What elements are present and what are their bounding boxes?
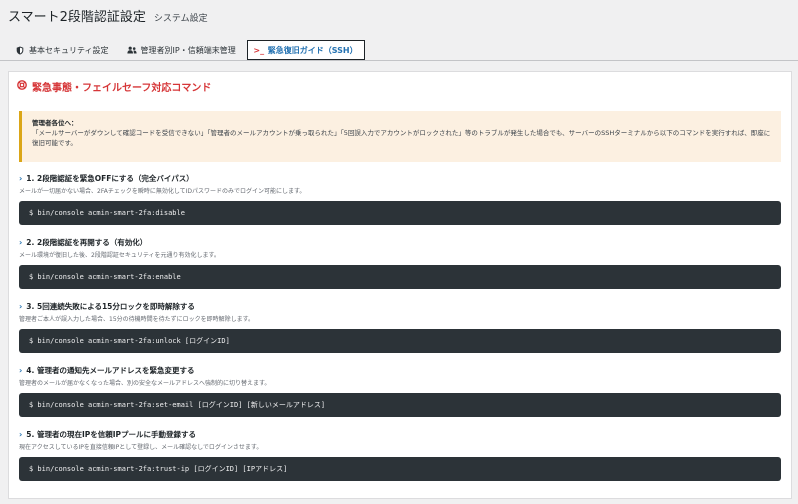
step-enable-2fa: › 2. 2段階認証を再開する（有効化） メール環境が復旧した後、2段階認証セキ… <box>19 236 781 289</box>
page-title: スマート2段階認証設定 <box>8 10 146 25</box>
step-description: 管理者のメールが届かなくなった場合、別の安全なメールアドレスへ強制的に切り替えま… <box>19 380 271 387</box>
panel-heading: 緊急事態・フェイルセーフ対応コマンド <box>17 79 211 94</box>
tab-bar: 基本セキュリティ設定 管理者別IP・信頼端末管理 >_ 緊急復旧ガイド（SSH） <box>8 40 365 60</box>
chevron-right-icon: › <box>19 301 23 311</box>
step-title: 3. 5回連続失敗による15分ロックを即時解除する <box>26 301 195 311</box>
tab-emergency-guide[interactable]: >_ 緊急復旧ガイド（SSH） <box>246 40 365 60</box>
step-disable-2fa: › 1. 2段階認証を緊急OFFにする（完全バイパス） メールが一切届かない場合… <box>19 172 781 225</box>
tab-label: 緊急復旧ガイド（SSH） <box>267 45 358 55</box>
step-description: メールが一切届かない場合、2FAチェックを瞬時に無効化してIDパスワードのみでロ… <box>19 188 306 195</box>
tab-label: 基本セキュリティ設定 <box>29 45 109 55</box>
terminal-icon: >_ <box>253 45 265 55</box>
step-set-email: › 4. 管理者の通知先メールアドレスを緊急変更する 管理者のメールが届かなくな… <box>19 364 781 417</box>
step-title: 5. 管理者の現在IPを信頼IPプールに手動登録する <box>26 429 197 439</box>
step-description: 現在アクセスしているIPを直接信頼IPとして登録し、メール確認なしでログインさせ… <box>19 444 263 451</box>
notice-body: 「メールサーバーがダウンして確認コードを受信できない」「管理者のメールアカウント… <box>32 129 771 147</box>
tabs-divider <box>0 60 798 61</box>
page-header: スマート2段階認証設定 システム設定 <box>8 6 208 25</box>
command-block[interactable]: $ bin/console acmin-smart-2fa:set-email … <box>19 393 781 417</box>
step-title: 4. 管理者の通知先メールアドレスを緊急変更する <box>26 365 195 375</box>
command-block[interactable]: $ bin/console acmin-smart-2fa:disable <box>19 201 781 225</box>
chevron-right-icon: › <box>19 173 23 183</box>
emergency-panel: 緊急事態・フェイルセーフ対応コマンド 管理者各位へ： 「メールサーバーがダウンし… <box>8 71 792 499</box>
notice-title: 管理者各位へ： <box>32 119 78 127</box>
panel-heading-text: 緊急事態・フェイルセーフ対応コマンド <box>32 83 212 94</box>
shield-icon <box>15 46 25 55</box>
admin-notice: 管理者各位へ： 「メールサーバーがダウンして確認コードを受信できない」「管理者の… <box>19 111 781 162</box>
step-description: 管理者ご本人が誤入力した場合、15分の待機時間を待たずにロックを即時解除します。 <box>19 316 255 323</box>
step-title: 2. 2段階認証を再開する（有効化） <box>26 237 148 247</box>
tab-label: 管理者別IP・信頼端末管理 <box>140 45 236 55</box>
step-unlock: › 3. 5回連続失敗による15分ロックを即時解除する 管理者ご本人が誤入力した… <box>19 300 781 353</box>
chevron-right-icon: › <box>19 237 23 247</box>
command-block[interactable]: $ bin/console acmin-smart-2fa:unlock [ログ… <box>19 329 781 353</box>
page-subtitle: システム設定 <box>153 14 208 24</box>
step-title: 1. 2段階認証を緊急OFFにする（完全バイパス） <box>26 173 194 183</box>
users-icon <box>126 46 137 54</box>
step-trust-ip: › 5. 管理者の現在IPを信頼IPプールに手動登録する 現在アクセスしているI… <box>19 428 781 481</box>
sos-icon <box>17 80 27 93</box>
step-description: メール環境が復旧した後、2段階認証セキュリティを元通り有効化します。 <box>19 252 220 259</box>
tab-basic-security[interactable]: 基本セキュリティ設定 <box>8 40 116 60</box>
chevron-right-icon: › <box>19 365 23 375</box>
command-block[interactable]: $ bin/console acmin-smart-2fa:enable <box>19 265 781 289</box>
command-block[interactable]: $ bin/console acmin-smart-2fa:trust-ip [… <box>19 457 781 481</box>
tab-admin-ip[interactable]: 管理者別IP・信頼端末管理 <box>120 40 243 60</box>
chevron-right-icon: › <box>19 429 23 439</box>
